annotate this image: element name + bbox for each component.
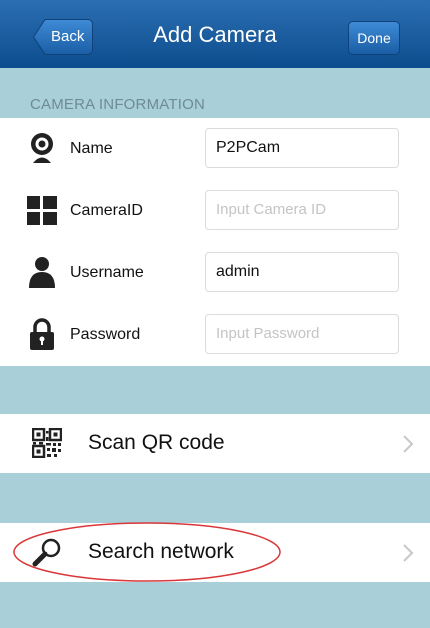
cameraid-field[interactable] [205, 190, 399, 230]
section-gap [0, 366, 430, 414]
password-field[interactable] [205, 314, 399, 354]
webcam-icon [31, 133, 53, 163]
username-field[interactable] [205, 252, 399, 292]
name-row: Name [0, 118, 430, 180]
section-gap [0, 473, 430, 523]
cameraid-label: CameraID [70, 202, 143, 219]
camera-info-form: Name CameraID Username Password [0, 118, 430, 366]
done-button[interactable]: Done [348, 21, 400, 55]
section-header-label: CAMERA INFORMATION [30, 96, 205, 113]
section-header: CAMERA INFORMATION [0, 68, 430, 118]
username-row: Username [0, 242, 430, 304]
search-network-row[interactable]: Search network [0, 523, 430, 582]
name-label: Name [70, 140, 113, 157]
user-icon [29, 257, 55, 288]
qr-code-icon [32, 428, 62, 458]
search-network-label: Search network [88, 540, 234, 563]
chevron-right-icon [403, 435, 414, 453]
bottom-gap [0, 582, 430, 628]
password-label: Password [70, 326, 141, 343]
grid-icon [27, 196, 57, 225]
nav-bar: Back Add Camera Done [0, 0, 430, 69]
name-field[interactable] [205, 128, 399, 168]
magnifier-icon [32, 538, 61, 567]
username-label: Username [70, 264, 144, 281]
chevron-right-icon [403, 544, 414, 562]
password-row: Password [0, 304, 430, 366]
cameraid-row: CameraID [0, 180, 430, 242]
scan-qr-row[interactable]: Scan QR code [0, 414, 430, 473]
scan-qr-label: Scan QR code [88, 431, 225, 454]
lock-icon [30, 318, 54, 350]
